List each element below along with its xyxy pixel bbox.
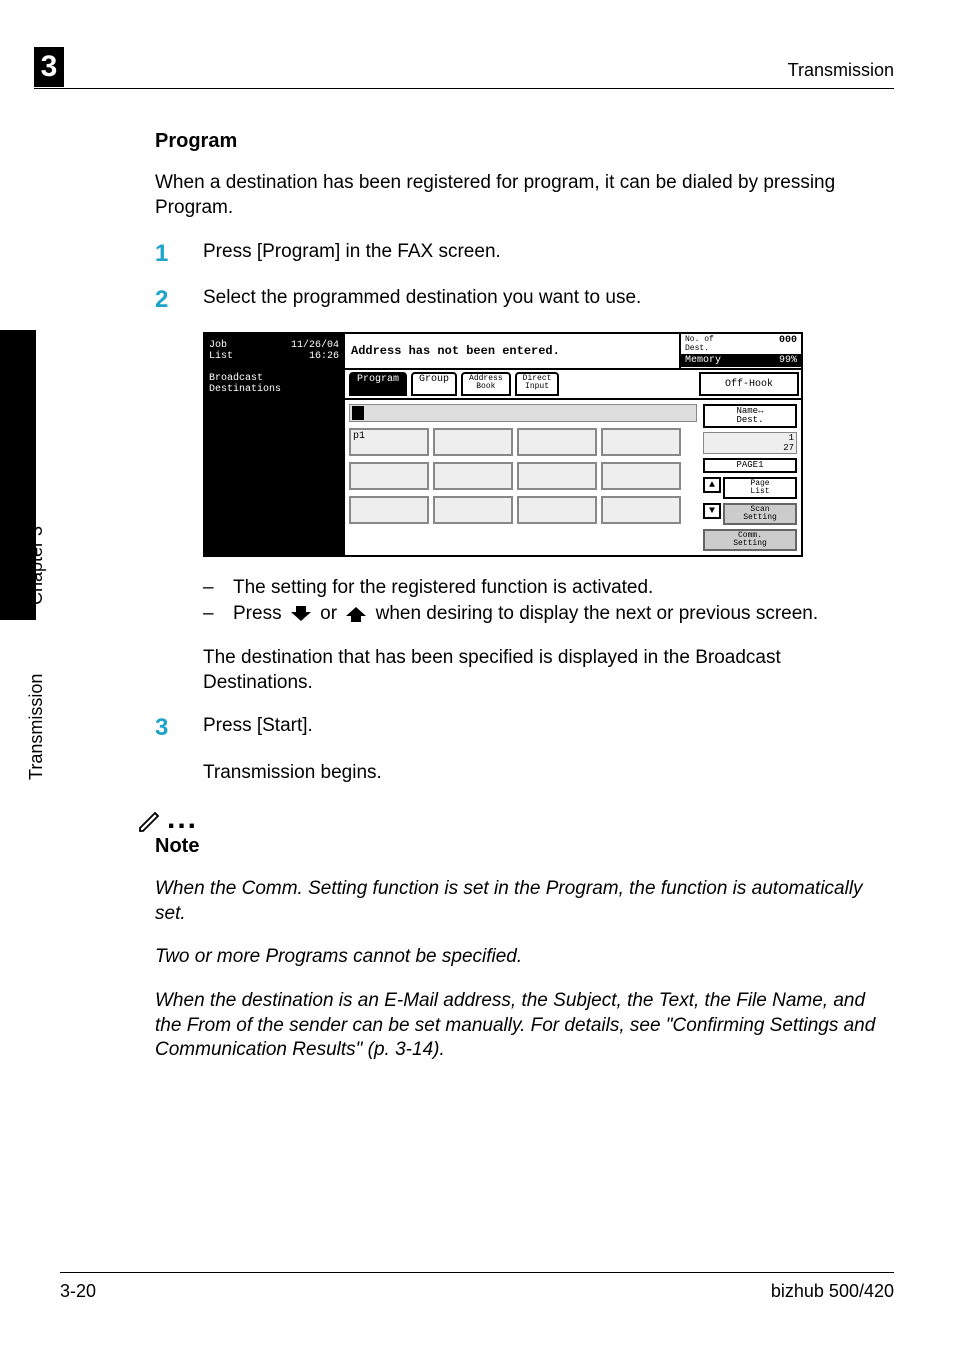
- after-bullets-paragraph: The destination that has been specified …: [203, 646, 895, 695]
- page-footer: 3-20 bizhub 500/420: [60, 1272, 894, 1302]
- bullet-1-text: The setting for the registered function …: [233, 575, 895, 601]
- lcd-off-hook-button[interactable]: Off-Hook: [699, 372, 799, 396]
- lcd-program-grid: p1: [345, 400, 701, 555]
- chapter-number-badge: 3: [34, 47, 64, 87]
- note-icon: ...: [135, 805, 895, 833]
- lcd-program-slot[interactable]: [601, 428, 681, 456]
- step-1-text: Press [Program] in the FAX screen.: [203, 240, 895, 265]
- lcd-name-dest-toggle[interactable]: Name↔ Dest.: [703, 404, 797, 428]
- lcd-address-message: Address has not been entered.: [345, 334, 681, 368]
- lcd-program-slot[interactable]: [601, 462, 681, 490]
- side-label-section: Transmission: [26, 674, 47, 780]
- lcd-broadcast-label: Broadcast Destinations: [205, 370, 345, 398]
- lcd-page-list-button[interactable]: Page List: [723, 477, 797, 499]
- running-header: Transmission: [788, 60, 894, 81]
- lcd-program-slot[interactable]: [517, 428, 597, 456]
- lcd-page-down-button[interactable]: ▼: [703, 503, 721, 519]
- lcd-program-slot[interactable]: [517, 462, 597, 490]
- lcd-job-list[interactable]: Job List 11/26/04 16:26: [205, 334, 345, 368]
- bullet-item: – Press or when desiring to display the …: [203, 601, 895, 627]
- step-number-1: 1: [155, 240, 203, 268]
- lcd-datetime: 11/26/04 16:26: [291, 340, 339, 362]
- lcd-screenshot: Job List 11/26/04 16:26 Address has not …: [203, 332, 803, 557]
- header-rule: [34, 88, 894, 89]
- main-content: Program When a destination has been regi…: [155, 120, 895, 1079]
- lcd-tab-group[interactable]: Group: [411, 372, 457, 396]
- heading-program: Program: [155, 130, 895, 153]
- lcd-tab-address-book[interactable]: Address Book: [461, 372, 511, 396]
- lcd-program-slot[interactable]: [349, 496, 429, 524]
- lcd-broadcast-panel: [205, 400, 345, 555]
- lcd-tab-program[interactable]: Program: [349, 372, 407, 396]
- pencil-icon: [135, 805, 163, 833]
- lcd-right-panel: Name↔ Dest. 1 27 PAGE1 ▲ Page List ▼ Sca…: [701, 400, 801, 555]
- note-heading: Note: [155, 835, 895, 858]
- lcd-dest-label: No. of Dest.: [685, 335, 714, 353]
- bullet-item: – The setting for the registered functio…: [203, 575, 895, 601]
- lcd-search-input[interactable]: [349, 404, 697, 422]
- intro-paragraph: When a destination has been registered f…: [155, 171, 895, 220]
- step-2-text: Select the programmed destination you wa…: [203, 286, 895, 311]
- lcd-page-label[interactable]: PAGE1: [703, 458, 797, 473]
- footer-page-number: 3-20: [60, 1281, 96, 1302]
- lcd-dest-count: 000: [779, 335, 797, 353]
- arrow-down-icon: [287, 601, 315, 627]
- lcd-program-p1[interactable]: p1: [349, 428, 429, 456]
- lcd-program-slot[interactable]: [517, 496, 597, 524]
- step-number-3: 3: [155, 714, 203, 742]
- bullet-2-text: Press or when desiring to display the ne…: [233, 601, 895, 627]
- step-1: 1 Press [Program] in the FAX screen.: [155, 240, 895, 268]
- lcd-program-slot[interactable]: [433, 428, 513, 456]
- lcd-program-slot[interactable]: [349, 462, 429, 490]
- arrow-up-icon: [342, 601, 370, 627]
- lcd-scan-setting-button[interactable]: Scan Setting: [723, 503, 797, 525]
- step-2: 2 Select the programmed destination you …: [155, 286, 895, 314]
- lcd-job-label: Job List: [209, 340, 233, 362]
- step-3-result: Transmission begins.: [203, 761, 895, 786]
- lcd-memory-label: Memory: [685, 355, 721, 366]
- lcd-program-slot[interactable]: [601, 496, 681, 524]
- lcd-comm-setting-button[interactable]: Comm. Setting: [703, 529, 797, 551]
- step-3-text: Press [Start].: [203, 714, 895, 739]
- step-number-2: 2: [155, 286, 203, 314]
- lcd-program-slot[interactable]: [433, 462, 513, 490]
- lcd-memory-value: 99%: [779, 355, 797, 366]
- note-2: Two or more Programs cannot be specified…: [155, 945, 895, 970]
- note-1: When the Comm. Setting function is set i…: [155, 877, 895, 926]
- note-3: When the destination is an E-Mail addres…: [155, 989, 895, 1063]
- lcd-tab-row: Program Group Address Book Direct Input: [345, 370, 697, 398]
- lcd-tab-direct-input[interactable]: Direct Input: [515, 372, 560, 396]
- bullet-list: – The setting for the registered functio…: [203, 575, 895, 626]
- lcd-page-counter: 1 27: [703, 432, 797, 454]
- lcd-status-block: No. of Dest. 000 Memory 99%: [681, 334, 801, 368]
- lcd-page-up-button[interactable]: ▲: [703, 477, 721, 493]
- lcd-program-slot[interactable]: [433, 496, 513, 524]
- side-label-chapter: Chapter 3: [26, 526, 47, 605]
- footer-model: bizhub 500/420: [771, 1281, 894, 1302]
- step-3: 3 Press [Start].: [155, 714, 895, 742]
